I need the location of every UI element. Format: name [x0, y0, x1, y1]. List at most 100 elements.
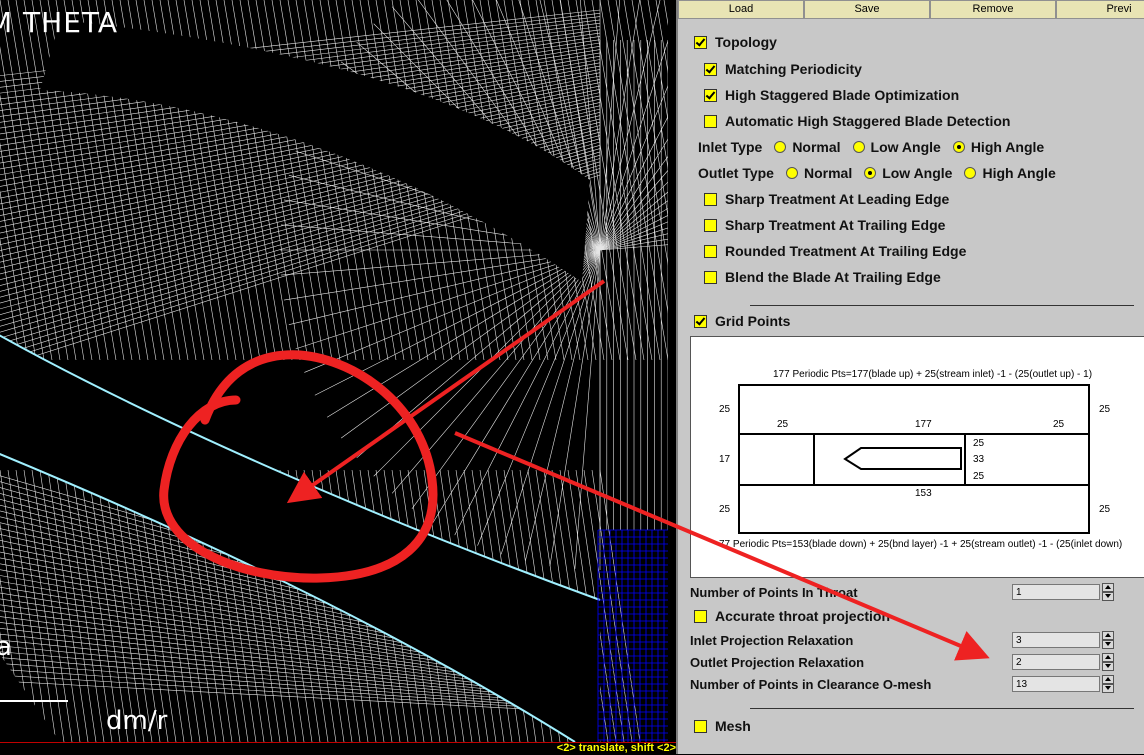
left-top-count: 25: [719, 404, 731, 415]
accurate-throat-option[interactable]: Accurate throat projection: [694, 608, 890, 624]
save-button[interactable]: Save: [804, 0, 930, 19]
stepper-down-icon[interactable]: [1102, 662, 1114, 671]
viewport-title: M THETA: [0, 6, 118, 39]
high-staggered-checkbox[interactable]: [704, 88, 717, 102]
radio-label: Low Angle: [882, 165, 953, 181]
outlet-type-group: Outlet Type Normal Low Angle High Angle: [698, 165, 1056, 181]
stepper-up-icon[interactable]: [1102, 583, 1114, 592]
sharp-leading-edge-option[interactable]: Sharp Treatment At Leading Edge: [704, 191, 949, 207]
inlet-type-group: Inlet Type Normal Low Angle High Angle: [698, 139, 1044, 155]
clearance-omesh-input[interactable]: 13: [1012, 676, 1100, 692]
blade-up-count: 177: [915, 419, 932, 430]
sharp-leading-edge-checkbox[interactable]: [704, 192, 717, 206]
outlet-high-angle-radio[interactable]: [964, 167, 977, 179]
axis-label: dm/r: [106, 706, 168, 736]
rounded-trailing-edge-checkbox[interactable]: [704, 244, 717, 258]
status-text: <2> translate, shift <2>: [556, 742, 676, 754]
outlet-top-count: 25: [1053, 419, 1065, 430]
topology-checkbox[interactable]: [694, 35, 707, 49]
load-button[interactable]: Load: [678, 0, 804, 19]
option-label: Matching Periodicity: [725, 61, 862, 77]
radio-label: Normal: [803, 165, 853, 181]
inlet-relaxation-input[interactable]: 3: [1012, 632, 1100, 648]
outlet-normal-radio[interactable]: [785, 167, 798, 179]
scale-bar: [0, 700, 68, 702]
stepper-up-icon[interactable]: [1102, 675, 1114, 684]
outlet-type-label: Outlet Type: [698, 165, 774, 181]
remove-button[interactable]: Remove: [930, 0, 1056, 19]
radio-label: High Angle: [970, 139, 1045, 155]
te-bot-count: 25: [973, 471, 985, 482]
option-label: High Staggered Blade Optimization: [725, 87, 960, 103]
stepper-up-icon[interactable]: [1102, 653, 1114, 662]
stepper-down-icon[interactable]: [1102, 640, 1114, 649]
settings-panel: Load Save Remove Previ Topology Matching…: [676, 0, 1144, 754]
accurate-throat-label: Accurate throat projection: [715, 608, 891, 624]
grid-points-toggle[interactable]: Grid Points: [694, 313, 790, 329]
mesh-toggle[interactable]: Mesh: [694, 718, 751, 734]
radio-label: Low Angle: [870, 139, 941, 155]
rounded-trailing-edge-option[interactable]: Rounded Treatment At Trailing Edge: [704, 243, 966, 259]
viewport-side-label: a: [0, 632, 12, 662]
option-label: Blend the Blade At Trailing Edge: [725, 269, 941, 285]
accurate-throat-checkbox[interactable]: [694, 609, 707, 623]
outlet-relaxation-input[interactable]: 2: [1012, 654, 1100, 670]
inlet-normal-radio[interactable]: [774, 141, 787, 153]
option-label: Sharp Treatment At Trailing Edge: [725, 217, 946, 233]
outlet-relaxation-label: Outlet Projection Relaxation: [690, 655, 865, 670]
inlet-type-label: Inlet Type: [698, 139, 763, 155]
right-top-count: 25: [1099, 404, 1111, 415]
throat-points-input[interactable]: 1: [1012, 584, 1100, 600]
high-staggered-option[interactable]: High Staggered Blade Optimization: [704, 87, 959, 103]
stepper-up-icon[interactable]: [1102, 631, 1114, 640]
toolbar: Load Save Remove Previ: [678, 0, 1144, 19]
inlet-relaxation-label: Inlet Projection Relaxation: [690, 633, 854, 648]
section-divider: [750, 708, 1134, 709]
status-bar: <2> translate, shift <2>: [0, 742, 676, 755]
auto-high-staggered-option[interactable]: Automatic High Staggered Blade Detection: [704, 113, 1010, 129]
outlet-low-angle-radio[interactable]: [864, 167, 877, 179]
left-mid-count: 17: [719, 454, 731, 465]
matching-periodicity-checkbox[interactable]: [704, 62, 717, 76]
grid-points-diagram: 177 Periodic Pts=177(blade up) + 25(stre…: [690, 336, 1144, 578]
te-mid-count: 33: [973, 454, 985, 465]
blend-trailing-edge-checkbox[interactable]: [704, 270, 717, 284]
preview-button[interactable]: Previ: [1056, 0, 1144, 19]
option-label: Automatic High Staggered Blade Detection: [725, 113, 1011, 129]
grid-points-checkbox[interactable]: [694, 314, 707, 328]
stepper-down-icon[interactable]: [1102, 592, 1114, 601]
section-divider: [750, 305, 1134, 306]
sharp-trailing-edge-option[interactable]: Sharp Treatment At Trailing Edge: [704, 217, 945, 233]
left-bot-count: 25: [719, 504, 731, 515]
blend-trailing-edge-option[interactable]: Blend the Blade At Trailing Edge: [704, 269, 941, 285]
topology-toggle[interactable]: Topology: [694, 34, 777, 50]
inlet-relaxation-stepper[interactable]: [1102, 631, 1114, 649]
sharp-trailing-edge-checkbox[interactable]: [704, 218, 717, 232]
matching-periodicity-option[interactable]: Matching Periodicity: [704, 61, 862, 77]
outlet-relaxation-stepper[interactable]: [1102, 653, 1114, 671]
stepper-down-icon[interactable]: [1102, 684, 1114, 693]
mesh-viewport[interactable]: M THETA a dm/r: [0, 0, 668, 742]
mesh-checkbox[interactable]: [694, 719, 707, 733]
topology-label: Topology: [715, 34, 777, 50]
clearance-omesh-stepper[interactable]: [1102, 675, 1114, 693]
option-label: Rounded Treatment At Trailing Edge: [725, 243, 967, 259]
radio-label: Normal: [792, 139, 841, 155]
right-bot-count: 25: [1099, 504, 1111, 515]
throat-points-stepper[interactable]: [1102, 583, 1114, 601]
te-top-count: 25: [973, 438, 985, 449]
inlet-high-angle-radio[interactable]: [952, 141, 965, 153]
mesh-label: Mesh: [715, 718, 751, 734]
radio-label: High Angle: [982, 165, 1056, 181]
throat-points-label: Number of Points In Throat: [690, 585, 858, 600]
bottom-caption: 77 Periodic Pts=153(blade down) + 25(bnd…: [719, 539, 1123, 550]
inlet-low-angle-radio[interactable]: [852, 141, 865, 153]
grid-points-label: Grid Points: [715, 313, 791, 329]
inlet-top-count: 25: [777, 419, 789, 430]
option-label: Sharp Treatment At Leading Edge: [725, 191, 950, 207]
blade-mesh-plot[interactable]: [0, 0, 668, 742]
blade-down-count: 153: [915, 488, 932, 499]
auto-high-staggered-checkbox[interactable]: [704, 114, 717, 128]
top-caption: 177 Periodic Pts=177(blade up) + 25(stre…: [773, 369, 1093, 380]
clearance-omesh-label: Number of Points in Clearance O-mesh: [690, 677, 932, 692]
